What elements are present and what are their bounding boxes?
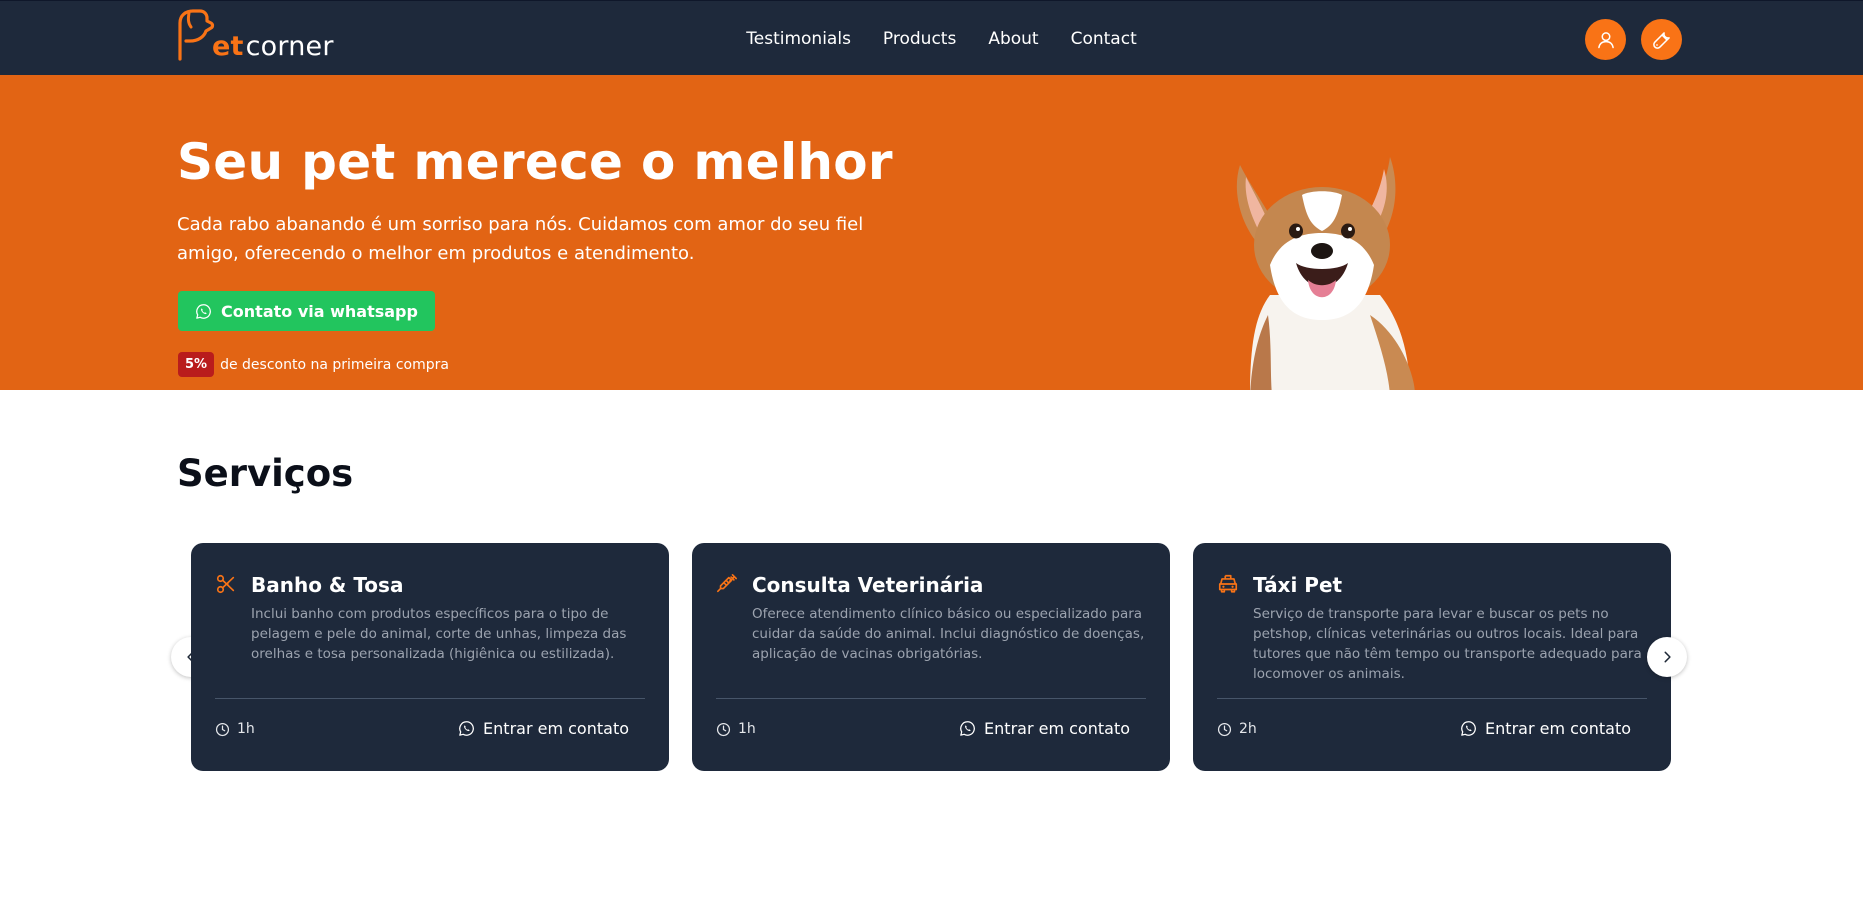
carousel-next-button[interactable]: [1647, 637, 1687, 677]
service-duration: 2h: [1217, 721, 1257, 737]
duration-value: 1h: [237, 721, 255, 737]
duration-value: 2h: [1239, 721, 1257, 737]
clock-icon: [215, 722, 230, 736]
service-description: Oferece atendimento clínico básico ou es…: [752, 606, 1145, 662]
whatsapp-icon: [960, 721, 975, 736]
service-contact-link[interactable]: Entrar em contato: [458, 719, 629, 738]
service-description: Serviço de transporte para levar e busca…: [1253, 606, 1642, 682]
scissors-icon: [216, 574, 235, 594]
discount-note: 5% de desconto na primeira compra: [178, 352, 449, 377]
service-contact-link[interactable]: Entrar em contato: [1460, 719, 1631, 738]
wrench-icon: [1652, 31, 1670, 49]
hero-subtitle: Cada rabo abanando é um sorriso para nós…: [177, 214, 864, 264]
taxi-icon: [1218, 574, 1238, 593]
user-button[interactable]: [1585, 19, 1626, 60]
admin-tools-button[interactable]: [1641, 19, 1682, 60]
service-duration: 1h: [215, 721, 255, 737]
service-duration: 1h: [716, 721, 756, 737]
services-title: Serviços: [177, 452, 354, 495]
clock-icon: [716, 722, 731, 736]
corgi-dog-image: [1236, 157, 1415, 390]
nav-testimonials[interactable]: Testimonials: [746, 29, 851, 49]
nav-contact[interactable]: Contact: [1071, 29, 1137, 49]
user-icon: [1597, 31, 1614, 48]
service-card-consulta-veterinaria: Consulta Veterinária Oferece atendimento…: [692, 543, 1170, 771]
card-divider: [716, 698, 1146, 699]
service-title: Consulta Veterinária: [752, 573, 984, 597]
service-title: Banho & Tosa: [251, 573, 404, 597]
service-card-banho-tosa: Banho & Tosa Inclui banho com produtos e…: [191, 543, 669, 771]
nav-products[interactable]: Products: [883, 29, 956, 49]
card-divider: [1217, 698, 1647, 699]
card-divider: [215, 698, 645, 699]
contact-label: Entrar em contato: [483, 719, 629, 738]
hero-title: Seu pet merece o melhor: [177, 133, 893, 191]
service-card-taxi-pet: Táxi Pet Serviço de transporte para leva…: [1193, 543, 1671, 771]
whatsapp-icon: [1461, 721, 1476, 736]
whatsapp-button-label: Contato via whatsapp: [221, 301, 418, 321]
service-title: Táxi Pet: [1253, 573, 1343, 597]
discount-text: de desconto na primeira compra: [220, 356, 449, 373]
hero-section: Seu pet merece o melhor Cada rabo abanan…: [0, 75, 1863, 390]
contact-label: Entrar em contato: [984, 719, 1130, 738]
main-nav: Testimonials Products About Contact: [0, 1, 1863, 76]
duration-value: 1h: [738, 721, 756, 737]
service-description: Inclui banho com produtos específicos pa…: [251, 606, 627, 662]
syringe-icon: [717, 574, 737, 593]
whatsapp-contact-button[interactable]: Contato via whatsapp: [178, 291, 435, 331]
contact-label: Entrar em contato: [1485, 719, 1631, 738]
whatsapp-icon: [459, 721, 474, 736]
whatsapp-icon: [196, 303, 211, 319]
top-header: etcorner Testimonials Products About Con…: [0, 0, 1863, 75]
service-contact-link[interactable]: Entrar em contato: [959, 719, 1130, 738]
clock-icon: [1217, 722, 1232, 736]
chevron-right-icon: [1664, 651, 1671, 663]
discount-badge: 5%: [178, 352, 215, 377]
nav-about[interactable]: About: [988, 29, 1038, 49]
